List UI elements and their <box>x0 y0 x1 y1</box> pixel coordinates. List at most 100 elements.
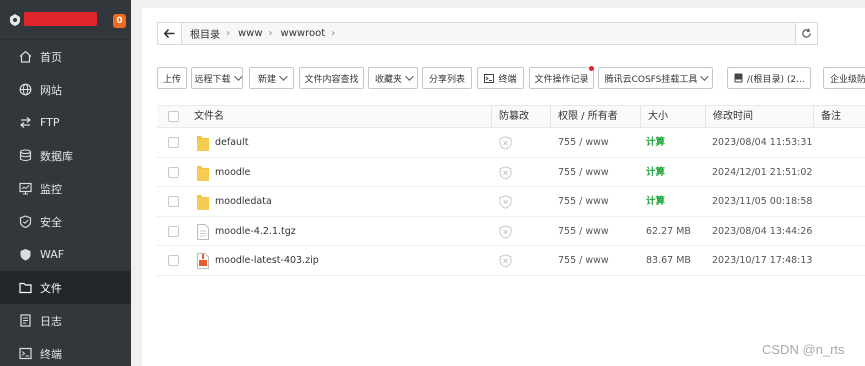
row-checkbox[interactable] <box>168 225 179 237</box>
operation-log-button[interactable]: 文件操作记录 <box>529 67 594 89</box>
breadcrumb-item[interactable]: 根目录 <box>190 26 220 41</box>
notification-badge[interactable]: 0 <box>113 14 126 28</box>
row-checkbox[interactable] <box>168 166 179 178</box>
file-name[interactable]: moodle-latest-403.zip <box>215 246 319 275</box>
sidebar-header: 0 <box>0 0 131 40</box>
disk-selector-button[interactable]: /(根目录) (2... <box>727 67 811 89</box>
database-icon <box>18 149 32 163</box>
file-permission[interactable]: 755 / www <box>558 128 609 157</box>
file-permission[interactable]: 755 / www <box>558 217 609 246</box>
file-table: 文件名 防篡改 权限 / 所有者 大小 修改时间 备注 default 755 /… <box>157 105 865 276</box>
file-size[interactable]: 计算 <box>646 187 665 216</box>
tamper-protection-icon[interactable] <box>499 224 512 239</box>
favorites-button[interactable]: 收藏夹 <box>368 67 418 89</box>
column-divider <box>640 106 641 127</box>
row-checkbox[interactable] <box>168 137 179 148</box>
header-name[interactable]: 文件名 <box>194 106 224 127</box>
table-row[interactable]: moodle-latest-403.zip 755 / www 83.67 MB 20… <box>157 246 865 276</box>
tamper-protection-icon[interactable] <box>499 195 512 209</box>
file-permission[interactable]: 755 / www <box>558 187 609 216</box>
header-note: 备注 <box>821 111 841 122</box>
file-permission[interactable]: 755 / www <box>558 246 609 275</box>
table-body: default 755 / www 计算 2023/08/04 11:53:31 moo… <box>157 128 865 276</box>
header-size[interactable]: 大小 <box>648 106 668 127</box>
sidebar-item-label: 网站 <box>40 83 62 97</box>
header-permission[interactable]: 权限 / 所有者 <box>558 106 618 127</box>
sidebar-item-globe[interactable]: 网站 <box>0 73 131 106</box>
row-checkbox[interactable] <box>168 255 179 266</box>
back-button[interactable] <box>158 23 182 44</box>
table-row[interactable]: moodle 755 / www 计算 2024/12/01 21:51:02 <box>157 158 865 187</box>
chevron-right-icon: › <box>268 28 273 39</box>
sidebar-item-terminal[interactable]: 终端 <box>0 337 131 366</box>
terminal-label: 终端 <box>498 74 517 85</box>
breadcrumb: 根目录 › www › wwwroot › <box>182 26 343 41</box>
tamper-protection-icon[interactable] <box>499 136 512 150</box>
remote-download-button[interactable]: 远程下载 <box>191 67 243 89</box>
breadcrumb-item[interactable]: wwwroot <box>281 28 326 39</box>
sidebar-item-label: WAF <box>40 248 65 261</box>
folder-icon <box>18 281 32 295</box>
upload-button[interactable]: 上传 <box>157 67 187 89</box>
terminal-icon <box>484 73 495 83</box>
sidebar-item-log[interactable]: 日志 <box>0 304 131 337</box>
chevron-down-icon <box>700 72 710 81</box>
file-name[interactable]: default <box>215 128 248 157</box>
sidebar: 0 首页网站 FTP 数据库 监控 安全 WAF 文件日志终端 <box>0 0 131 366</box>
file-size[interactable]: 计算 <box>646 128 665 157</box>
breadcrumb-item[interactable]: www <box>238 28 263 39</box>
sidebar-item-ftp[interactable]: FTP <box>0 106 131 139</box>
content-search-label: 文件内容查找 <box>304 74 359 85</box>
sidebar-item-label: 文件 <box>40 281 62 295</box>
refresh-button[interactable] <box>795 22 818 45</box>
file-mtime: 2023/08/04 11:53:31 <box>712 137 813 148</box>
select-all-checkbox[interactable] <box>168 111 179 122</box>
file-name[interactable]: moodle-4.2.1.tgz <box>215 217 296 246</box>
sidebar-item-waf[interactable]: WAF <box>0 238 131 271</box>
sidebar-item-database[interactable]: 数据库 <box>0 139 131 172</box>
cosfs-label: 腾讯云COSFS挂载工具 <box>604 74 698 85</box>
file-mtime: 2024/12/01 21:51:02 <box>712 166 813 178</box>
file-icon <box>197 223 209 240</box>
redacted-server-name <box>24 12 97 26</box>
home-icon <box>18 50 32 64</box>
sidebar-item-label: 日志 <box>40 314 62 328</box>
header-mtime[interactable]: 修改时间 <box>713 106 753 127</box>
folder-icon <box>197 136 209 151</box>
tamper-protection-icon[interactable] <box>499 165 512 180</box>
terminal-button[interactable]: 终端 <box>477 67 524 89</box>
tamper-protection-icon[interactable] <box>499 254 512 268</box>
column-divider <box>705 106 706 127</box>
new-button[interactable]: 新建 <box>249 67 294 89</box>
watermark: CSDN @n_rts <box>762 342 845 357</box>
content-search-button[interactable]: 文件内容查找 <box>299 67 364 89</box>
file-permission[interactable]: 755 / www <box>558 158 609 187</box>
chevron-right-icon: › <box>331 28 336 39</box>
disk-label: /(根目录) (2... <box>747 74 805 85</box>
file-name[interactable]: moodledata <box>215 187 272 216</box>
notification-dot <box>589 66 594 71</box>
new-label: 新建 <box>257 74 276 85</box>
sidebar-item-label: 终端 <box>40 347 62 361</box>
arrow-left-icon <box>164 29 175 38</box>
ftp-icon <box>18 116 32 130</box>
sidebar-item-monitor[interactable]: 监控 <box>0 172 131 205</box>
favorites-label: 收藏夹 <box>374 74 402 85</box>
row-checkbox[interactable] <box>168 196 179 207</box>
enterprise-protection-button[interactable]: 企业级防 <box>823 67 865 89</box>
header-tamper[interactable]: 防篡改 <box>499 106 529 127</box>
log-icon <box>18 314 32 328</box>
table-row[interactable]: moodledata 755 / www 计算 2023/11/05 00:18:58 <box>157 187 865 217</box>
table-row[interactable]: default 755 / www 计算 2023/08/04 11:53:31 <box>157 128 865 158</box>
globe-icon <box>18 83 32 97</box>
sidebar-item-folder[interactable]: 文件 <box>0 271 131 304</box>
file-name[interactable]: moodle <box>215 158 250 187</box>
sidebar-menu: 首页网站 FTP 数据库 监控 安全 WAF 文件日志终端 <box>0 40 131 366</box>
sidebar-item-home[interactable]: 首页 <box>0 40 131 73</box>
cosfs-mount-button[interactable]: 腾讯云COSFS挂载工具 <box>598 67 713 89</box>
table-row[interactable]: moodle-4.2.1.tgz 755 / www 62.27 MB 2023/08… <box>157 217 865 246</box>
file-size[interactable]: 计算 <box>646 158 665 187</box>
share-list-button[interactable]: 分享列表 <box>422 67 472 89</box>
chevron-down-icon <box>279 72 288 81</box>
sidebar-item-shield[interactable]: 安全 <box>0 205 131 238</box>
